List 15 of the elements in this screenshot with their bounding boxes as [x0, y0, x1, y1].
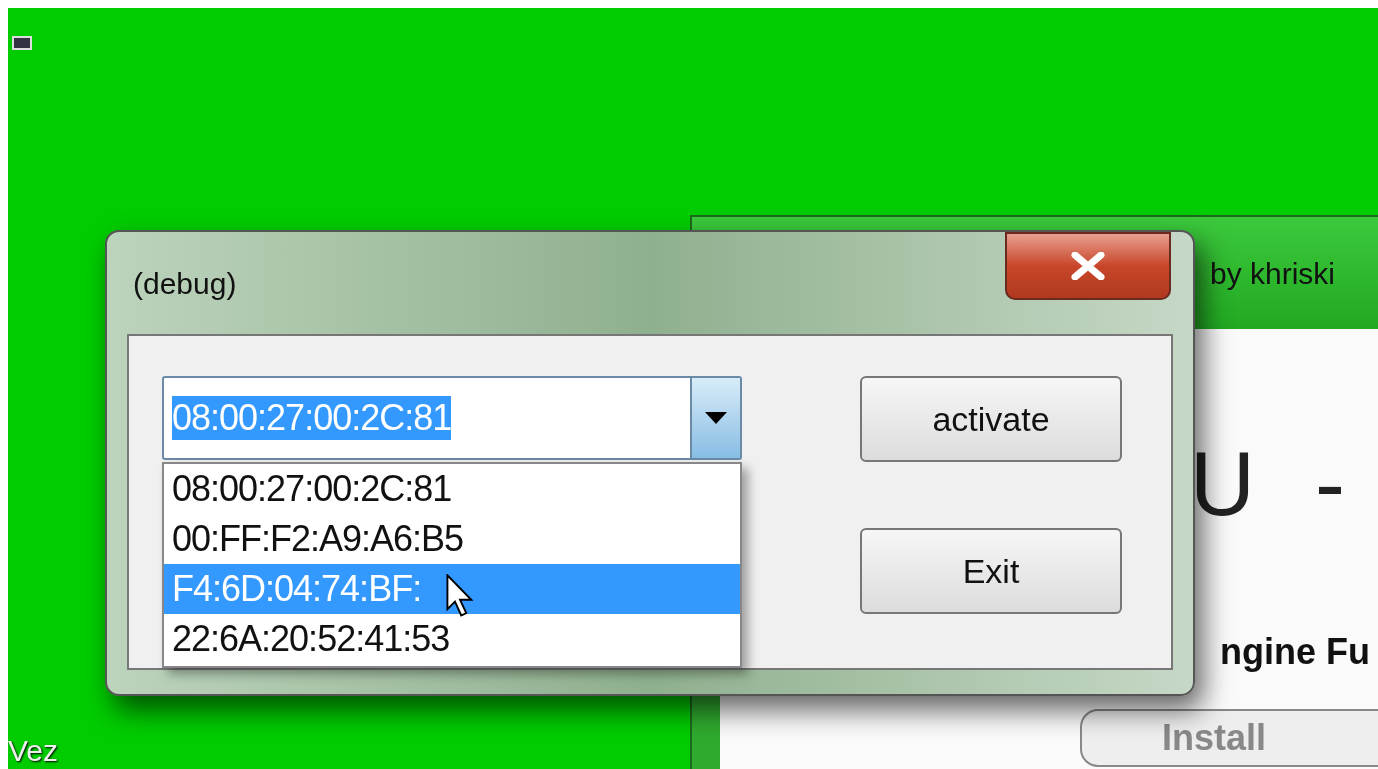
dialog-button[interactable]: Exit: [860, 528, 1122, 614]
desktop-icon[interactable]: [12, 36, 32, 50]
dropdown-option[interactable]: 08:00:27:00:2C:81: [164, 464, 740, 514]
dropdown-arrow-icon[interactable]: [705, 412, 727, 424]
dropdown-option[interactable]: 22:6A:20:52:41:53: [164, 614, 740, 664]
window-title: (debug): [132, 265, 237, 302]
window-title: by khriski: [1210, 255, 1336, 292]
close-button[interactable]: [1005, 232, 1171, 300]
dialog-button[interactable]: activate: [860, 376, 1122, 462]
heading-text: -: [1315, 439, 1345, 529]
heading-text: U: [1190, 439, 1255, 529]
mouse-cursor-icon: [446, 574, 474, 618]
dropdown-option[interactable]: 00:FF:F2:A9:A6:B5: [164, 514, 740, 564]
close-icon: [1071, 252, 1105, 280]
subheading-text: ngine Fu: [1220, 634, 1370, 670]
